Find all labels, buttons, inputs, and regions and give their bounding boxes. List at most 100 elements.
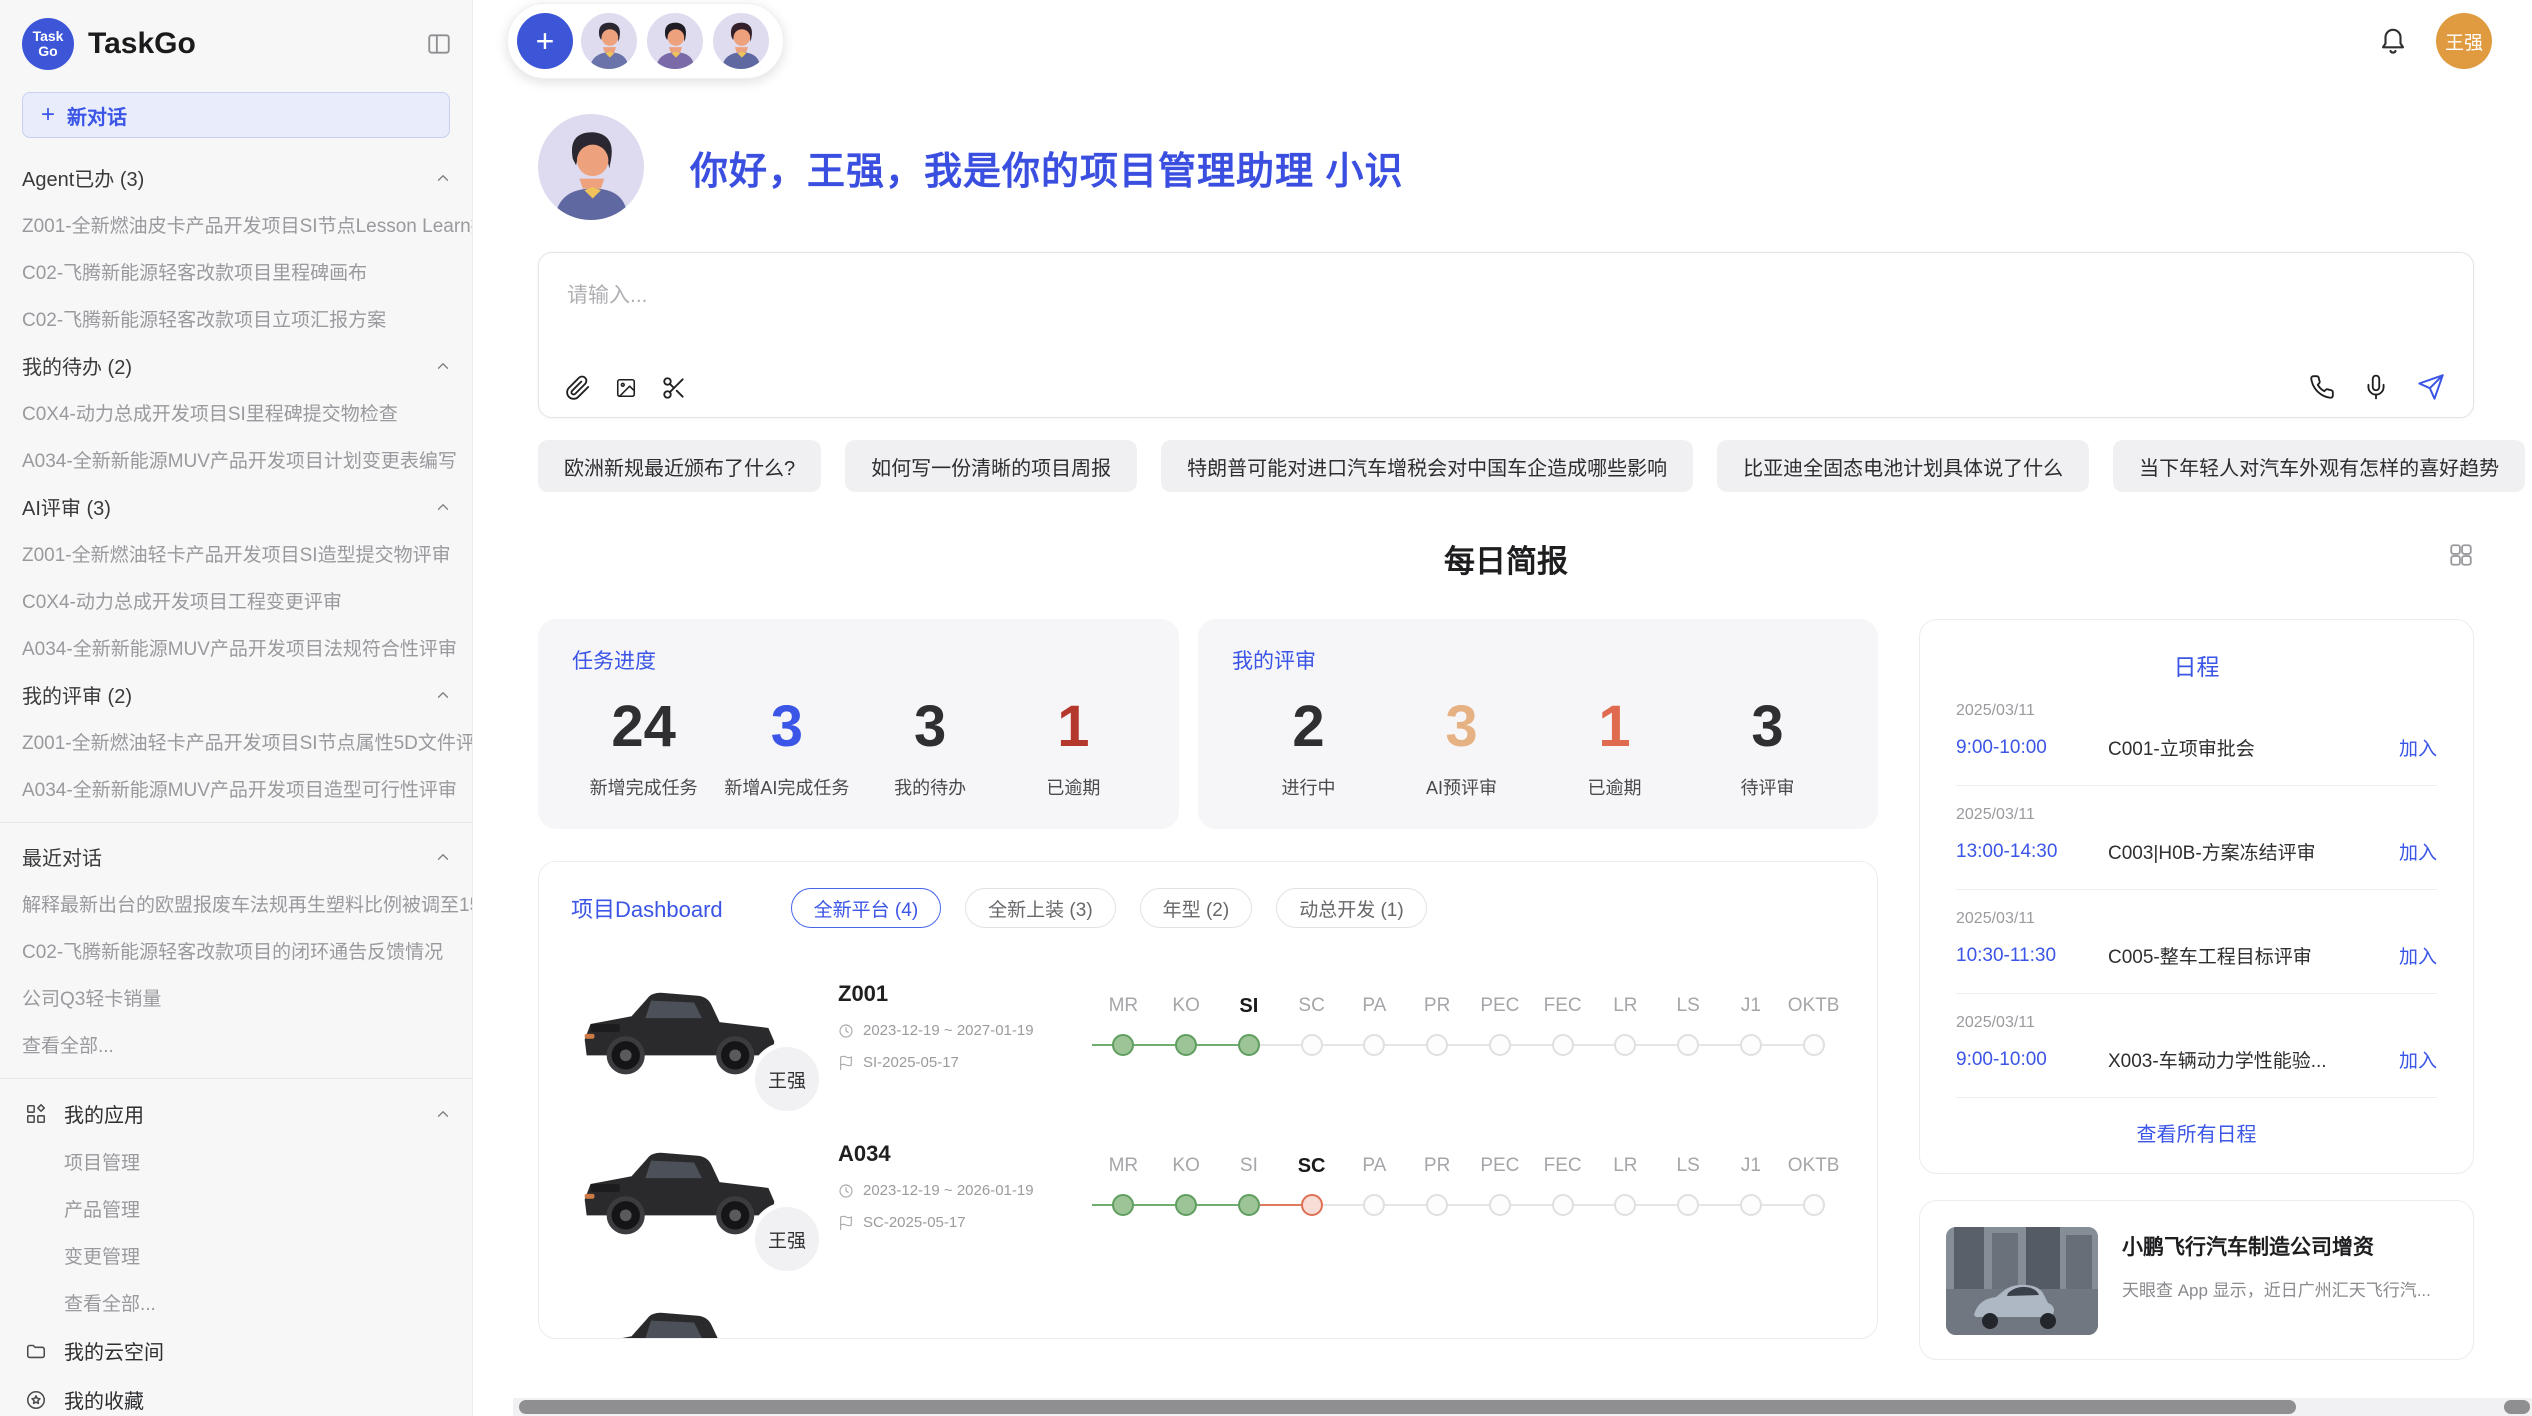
- milestone-dot: [1803, 1034, 1825, 1056]
- milestone: LR: [1594, 1155, 1657, 1217]
- sidebar-item[interactable]: C0X4-动力总成开发项目工程变更评审: [0, 577, 472, 624]
- milestone-dot: [1301, 1194, 1323, 1216]
- notification-bell-icon[interactable]: [2378, 26, 2408, 56]
- milestone-label: PR: [1406, 995, 1469, 1033]
- milestone: MR: [1092, 995, 1155, 1057]
- project-image: [571, 1284, 796, 1339]
- news-card[interactable]: 小鹏飞行汽车制造公司增资 天眼查 App 显示，近日广州汇天飞行汽...: [1919, 1200, 2474, 1360]
- sidebar-item[interactable]: A034-全新新能源MUV产品开发项目计划变更表编写: [0, 436, 472, 483]
- milestone-dot: [1112, 1194, 1134, 1216]
- apps-grid-icon: [24, 1103, 48, 1125]
- dashboard-tab[interactable]: 全新平台 (4): [791, 888, 942, 928]
- join-link[interactable]: 加入: [2399, 942, 2437, 969]
- milestone-label: OKTB: [1782, 995, 1845, 1033]
- sidebar-item[interactable]: 解释最新出台的欧盟报废车法规再生塑料比例被调至15%...: [0, 880, 472, 927]
- sidebar-item[interactable]: 公司Q3轻卡销量: [0, 974, 472, 1021]
- sidebar-section-title: 最近对话: [22, 842, 434, 871]
- stat: 3 我的待办: [859, 689, 1002, 800]
- join-link[interactable]: 加入: [2399, 1046, 2437, 1073]
- sidebar-collapse-icon[interactable]: [426, 31, 452, 57]
- milestone: SC: [1280, 995, 1343, 1057]
- greeting-text: 你好，王强，我是你的项目管理助理 小识: [690, 140, 1404, 195]
- sidebar-item[interactable]: Z001-全新燃油皮卡产品开发项目SI节点Lesson Learn报告: [0, 201, 472, 248]
- sidebar-section-header[interactable]: 我的评审 (2): [0, 671, 472, 718]
- project-image: 王强: [571, 1124, 796, 1248]
- sidebar-section-header[interactable]: 我的待办 (2): [0, 342, 472, 389]
- screenshot-scissors-icon[interactable]: [661, 375, 687, 401]
- sidebar-item-my-apps[interactable]: 我的应用: [0, 1089, 472, 1138]
- new-chat-button[interactable]: + 新对话: [22, 92, 450, 138]
- dashboard-tab[interactable]: 全新上装 (3): [965, 888, 1116, 928]
- microphone-icon[interactable]: [2363, 374, 2389, 400]
- sidebar-item[interactable]: Z001-全新燃油轻卡产品开发项目SI节点属性5D文件评审: [0, 718, 472, 765]
- project-row[interactable]: 王强 Z001 2023-12-19 ~ 2027-01-19 SI-2025-…: [571, 964, 1845, 1088]
- phone-call-icon[interactable]: [2309, 374, 2335, 400]
- sidebar-section: 最近对话 解释最新出台的欧盟报废车法规再生塑料比例被调至15%...C02-飞腾…: [0, 833, 472, 1068]
- schedule-item: 2025/03/11 13:00-14:30 C003|H0B-方案冻结评审 加…: [1956, 786, 2437, 890]
- sidebar-item[interactable]: A034-全新新能源MUV产品开发项目造型可行性评审: [0, 765, 472, 812]
- suggestion-chip[interactable]: 欧洲新规最近颁布了什么?: [538, 440, 821, 492]
- horizontal-scrollbar-thumb[interactable]: [519, 1400, 2296, 1414]
- attachment-icon[interactable]: [565, 375, 591, 401]
- sidebar-item[interactable]: 查看全部...: [0, 1021, 472, 1068]
- sidebar-item[interactable]: A034-全新新能源MUV产品开发项目法规符合性评审: [0, 624, 472, 671]
- join-link[interactable]: 加入: [2399, 734, 2437, 761]
- schedule-list: 2025/03/11 9:00-10:00 C001-立项审批会 加入 2025…: [1956, 682, 2437, 1098]
- layout-grid-icon[interactable]: [2448, 542, 2474, 568]
- sidebar-item[interactable]: Z001-全新燃油轻卡产品开发项目SI造型提交物评审: [0, 530, 472, 577]
- sidebar-section-header[interactable]: 最近对话: [0, 833, 472, 880]
- suggestion-chip[interactable]: 比亚迪全固态电池计划具体说了什么: [1717, 440, 2089, 492]
- agent-avatar-1[interactable]: [579, 11, 639, 71]
- dashboard-tab[interactable]: 动总开发 (1): [1276, 888, 1427, 928]
- sidebar-section-header[interactable]: Agent已办 (3): [0, 154, 472, 201]
- add-agent-button[interactable]: +: [517, 13, 573, 69]
- sidebar-item[interactable]: C02-飞腾新能源轻客改款项目里程碑画布: [0, 248, 472, 295]
- sidebar-subitem[interactable]: 项目管理: [0, 1138, 472, 1185]
- sidebar-item-folder[interactable]: 我的云空间: [0, 1326, 472, 1375]
- folder-icon: [24, 1340, 48, 1362]
- project-image: 王强: [571, 964, 796, 1088]
- stat-label: 待评审: [1691, 774, 1844, 800]
- horizontal-scrollbar[interactable]: [513, 1398, 2532, 1416]
- schedule-date: 2025/03/11: [1956, 1014, 2437, 1032]
- milestone-label: PR: [1406, 1155, 1469, 1193]
- sidebar-item[interactable]: C0X4-动力总成开发项目SI里程碑提交物检查: [0, 389, 472, 436]
- agent-avatar-2[interactable]: [645, 11, 705, 71]
- sidebar-item-star[interactable]: 我的收藏: [0, 1375, 472, 1416]
- milestone-dot: [1614, 1194, 1636, 1216]
- milestone-label: PEC: [1469, 995, 1532, 1033]
- sidebar-subitem[interactable]: 变更管理: [0, 1232, 472, 1279]
- suggestion-chip[interactable]: 如何写一份清晰的项目周报: [845, 440, 1137, 492]
- sidebar-item-label: 我的收藏: [64, 1385, 452, 1414]
- sidebar-subitem[interactable]: 查看全部...: [0, 1279, 472, 1326]
- flag-icon: [838, 1215, 854, 1231]
- sidebar-item[interactable]: C02-飞腾新能源轻客改款项目立项汇报方案: [0, 295, 472, 342]
- suggestion-chip[interactable]: 当下年轻人对汽车外观有怎样的喜好趋势: [2113, 440, 2525, 492]
- join-link[interactable]: 加入: [2399, 838, 2437, 865]
- stat-value: 3: [859, 689, 1002, 764]
- input-tools-right: [2309, 373, 2445, 401]
- user-avatar[interactable]: 王强: [2436, 13, 2492, 69]
- view-all-schedule-link[interactable]: 查看所有日程: [1956, 1098, 2437, 1153]
- milestone-label: SI: [1218, 1155, 1281, 1193]
- project-row[interactable]: 王强 A034 2023-12-19 ~ 2026-01-19 SC-2025-…: [571, 1124, 1845, 1248]
- sidebar-item[interactable]: C02-飞腾新能源轻客改款项目的闭环通告反馈情况: [0, 927, 472, 974]
- clock-icon: [838, 1183, 854, 1199]
- dashboard-tab[interactable]: 年型 (2): [1140, 888, 1253, 928]
- star-icon: [24, 1389, 48, 1411]
- sidebar-sections: Agent已办 (3) Z001-全新燃油皮卡产品开发项目SI节点Lesson …: [0, 146, 472, 1416]
- sidebar-section-header[interactable]: AI评审 (3): [0, 483, 472, 530]
- sidebar-subitem[interactable]: 产品管理: [0, 1185, 472, 1232]
- schedule-event-title: C005-整车工程目标评审: [2108, 942, 2399, 969]
- milestone-dot: [1740, 1034, 1762, 1056]
- milestone-label: KO: [1155, 1155, 1218, 1193]
- chat-input-box[interactable]: 请输入...: [538, 252, 2474, 418]
- stat-value: 3: [1385, 689, 1538, 764]
- divider: [0, 1078, 472, 1079]
- milestone-label: LR: [1594, 1155, 1657, 1193]
- suggestion-chip[interactable]: 特朗普可能对进口汽车增税会对中国车企造成哪些影响: [1161, 440, 1693, 492]
- sidebar-section: AI评审 (3) Z001-全新燃油轻卡产品开发项目SI造型提交物评审C0X4-…: [0, 483, 472, 671]
- send-icon[interactable]: [2417, 373, 2445, 401]
- image-upload-icon[interactable]: [615, 377, 637, 399]
- agent-avatar-3[interactable]: [711, 11, 771, 71]
